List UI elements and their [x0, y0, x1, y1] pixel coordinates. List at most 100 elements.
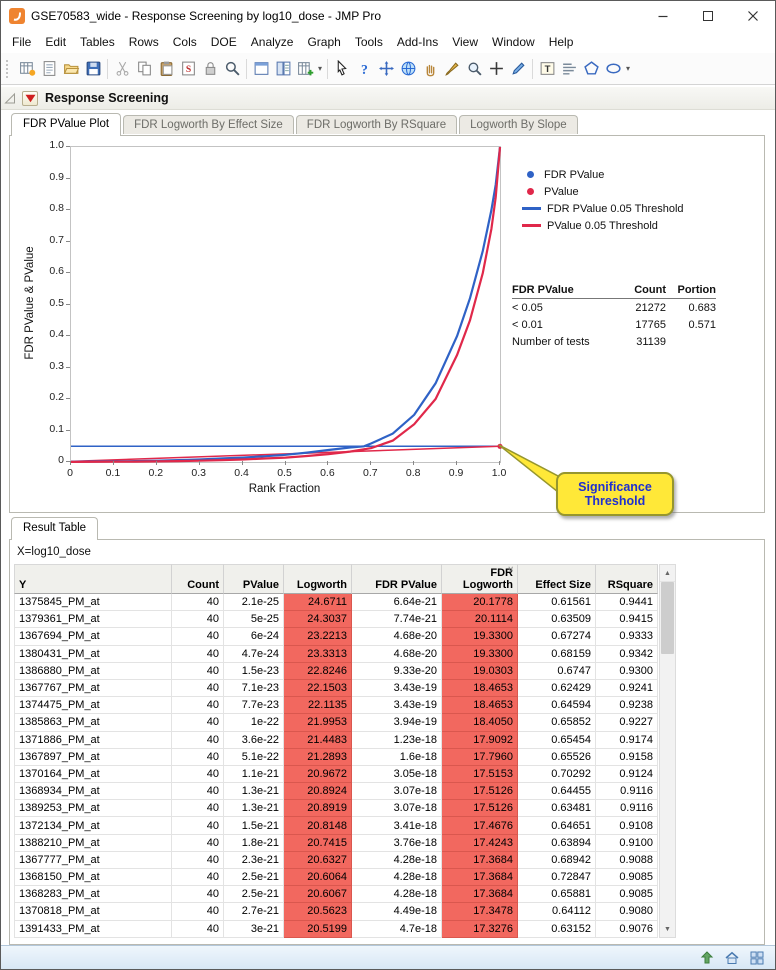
table-cell[interactable]: 40: [172, 732, 224, 749]
run-script-icon[interactable]: S: [177, 58, 199, 80]
table-row[interactable]: 1380431_PM_at404.7e-2423.33134.68e-2019.…: [14, 646, 658, 663]
table-scrollbar[interactable]: ▲ ▼: [659, 564, 676, 938]
table-cell[interactable]: 0.64455: [518, 783, 596, 800]
table-cell[interactable]: 0.9085: [596, 869, 658, 886]
table-cell[interactable]: 0.9415: [596, 611, 658, 628]
table-cell[interactable]: 2.1e-25: [224, 594, 284, 611]
table-cell[interactable]: 40: [172, 749, 224, 766]
table-cell[interactable]: 4.28e-18: [352, 869, 442, 886]
table-cell[interactable]: 1385863_PM_at: [14, 714, 172, 731]
tab-fdr-logworth-by-rsquare[interactable]: FDR Logworth By RSquare: [296, 115, 457, 134]
tab-logworth-by-slope[interactable]: Logworth By Slope: [459, 115, 578, 134]
table-cell[interactable]: 20.6067: [284, 886, 352, 903]
table-cell[interactable]: 17.5126: [442, 783, 518, 800]
new-window-icon[interactable]: [250, 58, 272, 80]
table-cell[interactable]: 17.4243: [442, 835, 518, 852]
table-cell[interactable]: 0.9100: [596, 835, 658, 852]
menu-item-tools[interactable]: Tools: [348, 33, 390, 51]
table-cell[interactable]: 40: [172, 869, 224, 886]
table-cell[interactable]: 19.3300: [442, 628, 518, 645]
table-cell[interactable]: 1367767_PM_at: [14, 680, 172, 697]
table-cell[interactable]: 0.70292: [518, 766, 596, 783]
table-cell[interactable]: 4.28e-18: [352, 886, 442, 903]
table-cell[interactable]: 40: [172, 852, 224, 869]
save-icon[interactable]: [82, 58, 104, 80]
table-cell[interactable]: 3.94e-19: [352, 714, 442, 731]
table-cell[interactable]: 40: [172, 611, 224, 628]
table-cell[interactable]: 4.7e-24: [224, 646, 284, 663]
table-cell[interactable]: 1.3e-21: [224, 800, 284, 817]
table-cell[interactable]: 17.9092: [442, 732, 518, 749]
menu-item-help[interactable]: Help: [542, 33, 581, 51]
table-cell[interactable]: 0.65526: [518, 749, 596, 766]
table-row[interactable]: 1367777_PM_at402.3e-2120.63274.28e-1817.…: [14, 852, 658, 869]
table-cell[interactable]: 40: [172, 800, 224, 817]
pen-icon[interactable]: [507, 58, 529, 80]
magnifier-icon[interactable]: [463, 58, 485, 80]
table-row[interactable]: 1379361_PM_at405e-2524.30377.74e-2120.11…: [14, 611, 658, 628]
legend-item-pvalue[interactable]: PValue: [522, 183, 684, 200]
table-cell[interactable]: 0.9342: [596, 646, 658, 663]
table-cell[interactable]: 0.9085: [596, 886, 658, 903]
table-cell[interactable]: 4.49e-18: [352, 903, 442, 920]
table-cell[interactable]: 9.33e-20: [352, 663, 442, 680]
table-cell[interactable]: 3.43e-19: [352, 680, 442, 697]
maximize-button[interactable]: [685, 1, 730, 31]
table-cell[interactable]: 0.64594: [518, 697, 596, 714]
scrollbar-thumb[interactable]: [661, 582, 674, 654]
significance-threshold-callout[interactable]: Significance Threshold: [556, 472, 674, 516]
table-cell[interactable]: 0.9080: [596, 903, 658, 920]
table-cell[interactable]: 17.4676: [442, 817, 518, 834]
table-cell[interactable]: 17.5153: [442, 766, 518, 783]
table-cell[interactable]: 17.3684: [442, 886, 518, 903]
tab-result-table[interactable]: Result Table: [11, 517, 98, 540]
table-cell[interactable]: 1380431_PM_at: [14, 646, 172, 663]
table-row[interactable]: 1374475_PM_at407.7e-2322.11353.43e-1918.…: [14, 697, 658, 714]
menu-item-analyze[interactable]: Analyze: [244, 33, 301, 51]
table-cell[interactable]: 19.0303: [442, 663, 518, 680]
table-cell[interactable]: 1.23e-18: [352, 732, 442, 749]
table-row[interactable]: 1386880_PM_at401.5e-2322.82469.33e-2019.…: [14, 663, 658, 680]
toolbar-grip[interactable]: [6, 60, 12, 78]
table-cell[interactable]: 20.5623: [284, 903, 352, 920]
menu-item-graph[interactable]: Graph: [300, 33, 347, 51]
table-cell[interactable]: 22.1135: [284, 697, 352, 714]
legend-item-fdr-pvalue-0-05-threshold[interactable]: FDR PValue 0.05 Threshold: [522, 200, 684, 217]
table-cell[interactable]: 1367897_PM_at: [14, 749, 172, 766]
column-header-logworth[interactable]: Logworth: [284, 564, 352, 594]
menu-item-cols[interactable]: Cols: [166, 33, 204, 51]
table-row[interactable]: 1368283_PM_at402.5e-2120.60674.28e-1817.…: [14, 886, 658, 903]
table-cell[interactable]: 40: [172, 697, 224, 714]
table-cell[interactable]: 23.2213: [284, 628, 352, 645]
table-cell[interactable]: 0.64112: [518, 903, 596, 920]
tab-fdr-pvalue-plot[interactable]: FDR PValue Plot: [11, 113, 121, 136]
polygon-icon[interactable]: [580, 58, 602, 80]
column-header-y[interactable]: Y: [14, 564, 172, 594]
menu-item-add-ins[interactable]: Add-Ins: [390, 33, 445, 51]
table-cell[interactable]: 7.74e-21: [352, 611, 442, 628]
table-cell[interactable]: 0.62429: [518, 680, 596, 697]
table-cell[interactable]: 20.7415: [284, 835, 352, 852]
table-cell[interactable]: 7.1e-23: [224, 680, 284, 697]
table-row[interactable]: 1371886_PM_at403.6e-2221.44831.23e-1817.…: [14, 732, 658, 749]
table-row[interactable]: 1375845_PM_at402.1e-2524.67116.64e-2120.…: [14, 594, 658, 611]
red-triangle-menu-button[interactable]: [22, 91, 38, 106]
table-cell[interactable]: 0.65454: [518, 732, 596, 749]
table-cell[interactable]: 23.3313: [284, 646, 352, 663]
table-cell[interactable]: 2.5e-21: [224, 869, 284, 886]
table-cell[interactable]: 0.61561: [518, 594, 596, 611]
table-cell[interactable]: 20.5199: [284, 921, 352, 938]
table-cell[interactable]: 1372134_PM_at: [14, 817, 172, 834]
table-row[interactable]: 1372134_PM_at401.5e-2120.81483.41e-1817.…: [14, 817, 658, 834]
menu-item-tables[interactable]: Tables: [73, 33, 122, 51]
table-cell[interactable]: 0.9227: [596, 714, 658, 731]
table-cell[interactable]: 2.7e-21: [224, 903, 284, 920]
table-cell[interactable]: 3.43e-19: [352, 697, 442, 714]
table-cell[interactable]: 0.63894: [518, 835, 596, 852]
layout-icon[interactable]: [558, 58, 580, 80]
table-cell[interactable]: 0.9241: [596, 680, 658, 697]
column-header-count[interactable]: Count: [172, 564, 224, 594]
table-cell[interactable]: 0.9333: [596, 628, 658, 645]
home-window-icon[interactable]: [724, 950, 740, 966]
open-icon[interactable]: [60, 58, 82, 80]
